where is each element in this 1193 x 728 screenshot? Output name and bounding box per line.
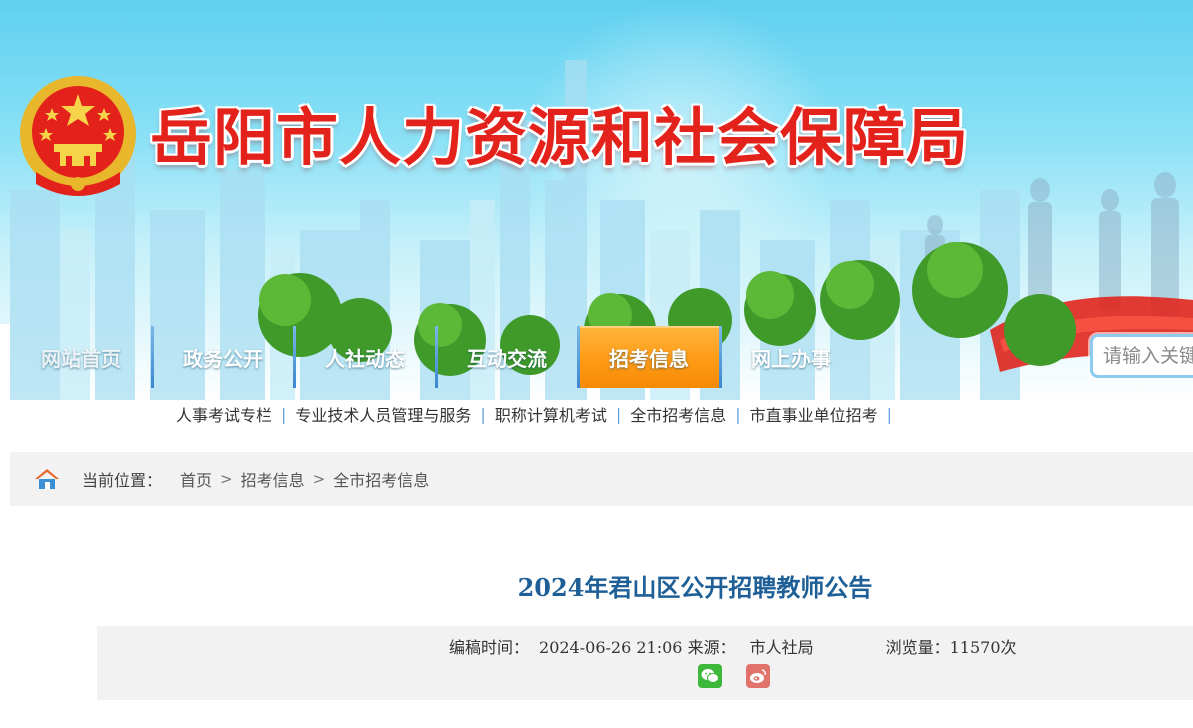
- article-meta-bar: 编稿时间： 2024-06-26 21:06 来源： 市人社局 浏览量：11570次: [97, 626, 1193, 700]
- subnav-separator: |: [615, 404, 622, 424]
- left-edge-strip: [0, 324, 10, 440]
- subnav-separator: |: [480, 404, 486, 424]
- breadcrumb-label: 当前位置：: [82, 471, 163, 490]
- edit-time-value: 2024-06-26 21:06: [539, 638, 683, 657]
- breadcrumb-home-link[interactable]: 首页: [180, 467, 212, 491]
- subnav-item-professional-services[interactable]: 专业技术人员管理与服务: [295, 402, 471, 426]
- edit-time-label: 编稿时间：: [449, 638, 530, 657]
- views-value: 11570次: [949, 638, 1017, 657]
- article-title: 2024年君山区公开招聘教师公告: [517, 573, 873, 602]
- search-input[interactable]: [1103, 345, 1193, 367]
- site-title: 岳阳市人力资源和社会保障局: [150, 101, 970, 174]
- sub-nav: 人事考试专栏 | 专业技术人员管理与服务 | 职称计算机考试 | 全市招考信息 …: [176, 400, 901, 428]
- subnav-separator: |: [281, 404, 287, 424]
- subnav-item-institution-recruitment[interactable]: 市直事业单位招考: [750, 402, 878, 426]
- article-meta: 编稿时间： 2024-06-26 21:06 来源： 市人社局 浏览量：11570次: [449, 634, 1017, 658]
- breadcrumb-city-recruitment-link[interactable]: 全市招考信息: [333, 467, 429, 491]
- views-label: 浏览量：: [885, 638, 950, 657]
- nav-item-government-affairs[interactable]: 政务公开: [151, 326, 294, 388]
- subnav-item-city-recruitment[interactable]: 全市招考信息: [630, 402, 726, 426]
- search-box: [1090, 334, 1193, 378]
- breadcrumb-separator: >: [220, 470, 233, 488]
- main-nav: 网站首页 政务公开 人社动态 互动交流 招考信息 网上办事: [10, 326, 862, 388]
- source-value: 市人社局: [749, 638, 814, 657]
- breadcrumb: 当前位置： 首页 > 招考信息 > 全市招考信息: [10, 452, 1193, 506]
- nav-item-interaction[interactable]: 互动交流: [435, 326, 578, 388]
- subnav-item-computer-exam[interactable]: 职称计算机考试: [495, 402, 607, 426]
- nav-item-recruitment[interactable]: 招考信息: [577, 326, 720, 388]
- wechat-share-button[interactable]: [698, 664, 722, 688]
- nav-item-online-services[interactable]: 网上办事: [719, 326, 862, 388]
- wechat-icon: [701, 669, 719, 683]
- subnav-separator: |: [735, 404, 741, 424]
- nav-item-news[interactable]: 人社动态: [293, 326, 436, 388]
- weibo-icon: [750, 669, 766, 683]
- breadcrumb-recruitment-link[interactable]: 招考信息: [241, 467, 305, 491]
- home-icon: [35, 469, 59, 489]
- source-label: 来源：: [687, 638, 736, 657]
- national-emblem-icon: [20, 76, 136, 196]
- breadcrumb-separator: >: [312, 470, 326, 488]
- weibo-share-button[interactable]: [746, 664, 770, 688]
- subnav-item-exam-column[interactable]: 人事考试专栏: [176, 402, 272, 426]
- nav-item-home[interactable]: 网站首页: [10, 326, 152, 388]
- subnav-separator: |: [886, 404, 893, 424]
